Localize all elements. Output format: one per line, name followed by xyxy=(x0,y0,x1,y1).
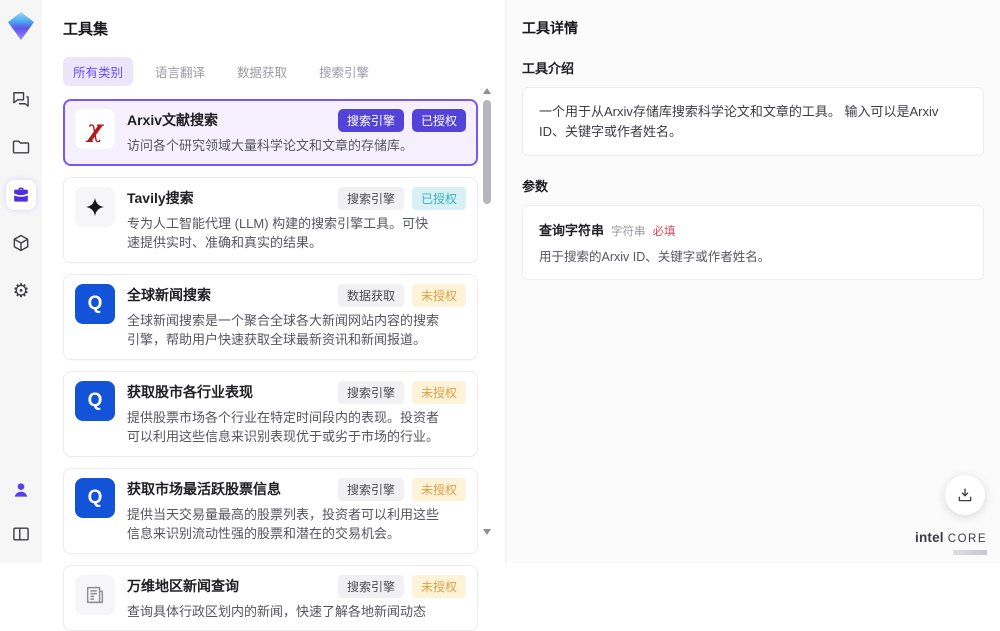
download-button[interactable] xyxy=(945,475,985,515)
app-logo-icon xyxy=(8,12,34,40)
tool-name: 全球新闻搜索 xyxy=(127,284,211,305)
sidebar-item-account[interactable] xyxy=(6,475,36,505)
category-badge: 搜索引擎 xyxy=(338,381,404,404)
auth-badge: 已授权 xyxy=(412,187,466,210)
tool-description: 专为人工智能代理 (LLM) 构建的搜索引擎工具。可快速提供实时、准确和真实的结… xyxy=(127,214,441,253)
tool-description: 提供股票市场各个行业在特定时间段内的表现。投资者可以利用这些信息来识别表现优于或… xyxy=(127,408,441,447)
auth-badge: 未授权 xyxy=(412,284,466,307)
tool-name: Tavily搜索 xyxy=(127,187,194,208)
param-name: 查询字符串 xyxy=(539,220,604,239)
sidebar-item-collapse[interactable] xyxy=(6,519,36,549)
tavily-logo-icon xyxy=(75,187,115,227)
news-search-logo-icon: Q xyxy=(75,478,115,518)
category-badge: 搜索引擎 xyxy=(338,187,404,210)
scroll-down-arrow-icon[interactable] xyxy=(483,529,491,535)
tool-card[interactable]: 万维地区新闻查询 搜索引擎 未授权 查询具体行政区划内的新闻，快速了解各地新闻动… xyxy=(63,565,478,631)
news-search-logo-icon: Q xyxy=(75,381,115,421)
newspaper-logo-icon xyxy=(75,575,115,615)
tool-name: 获取股市各行业表现 xyxy=(127,381,253,402)
tool-description: 提供当天交易量最高的股票列表，投资者可以利用这些信息来识别流动性强的股票和潜在的… xyxy=(127,505,441,544)
sidebar-item-files[interactable] xyxy=(6,132,36,162)
app-sidebar: ⚙ xyxy=(0,0,42,563)
tool-card[interactable]: Tavily搜索 搜索引擎 已授权 专为人工智能代理 (LLM) 构建的搜索引擎… xyxy=(63,177,478,263)
intro-text: 一个用于从Arxiv存储库搜索科学论文和文章的工具。 输入可以是Arxiv ID… xyxy=(539,102,967,141)
briefcase-icon xyxy=(11,185,31,205)
tool-card-list: χ Arxiv文献搜索 搜索引擎 已授权 访问各个研究领域大量科学论文和文章的存… xyxy=(63,99,478,631)
tool-name: 获取市场最活跃股票信息 xyxy=(127,478,281,499)
intro-heading: 工具介绍 xyxy=(522,58,984,77)
category-badge: 数据获取 xyxy=(338,284,404,307)
auth-badge: 未授权 xyxy=(412,575,466,598)
param-type: 字符串 xyxy=(611,223,646,239)
category-tab[interactable]: 所有类别 xyxy=(63,57,133,86)
category-badge: 搜索引擎 xyxy=(338,478,404,501)
auth-badge: 未授权 xyxy=(412,381,466,404)
newspaper-icon xyxy=(84,584,106,606)
tool-card[interactable]: Q 全球新闻搜索 数据获取 未授权 全球新闻搜索是一个聚合全球各大新闻网站内容的… xyxy=(63,274,478,360)
tavily-star-icon xyxy=(84,196,106,218)
category-tab[interactable]: 数据获取 xyxy=(227,57,297,86)
category-tab[interactable]: 语言翻译 xyxy=(145,57,215,86)
category-badge: 搜索引擎 xyxy=(338,575,404,598)
detail-title: 工具详情 xyxy=(522,18,984,38)
auth-badge: 已授权 xyxy=(412,109,466,132)
category-tab[interactable]: 搜索引擎 xyxy=(309,57,379,86)
param-description: 用于搜索的Arxiv ID、关键字或作者姓名。 xyxy=(539,246,967,265)
intel-logo-strip xyxy=(953,550,987,555)
user-icon xyxy=(11,480,31,500)
sidebar-item-models[interactable] xyxy=(6,228,36,258)
param-required-badge: 必填 xyxy=(653,223,676,239)
download-icon xyxy=(956,486,974,504)
gear-icon: ⚙ xyxy=(12,282,29,301)
tool-list-panel: 工具集 所有类别语言翻译数据获取搜索引擎 χ Arxiv文献搜索 搜索引擎 已授… xyxy=(42,0,505,563)
tool-card[interactable]: χ Arxiv文献搜索 搜索引擎 已授权 访问各个研究领域大量科学论文和文章的存… xyxy=(63,99,478,166)
tool-name: Arxiv文献搜索 xyxy=(127,109,218,130)
sidebar-item-settings[interactable]: ⚙ xyxy=(6,276,36,306)
tool-name: 万维地区新闻查询 xyxy=(127,575,239,596)
chat-icon xyxy=(11,89,31,109)
param-card: 查询字符串 字符串 必填 用于搜索的Arxiv ID、关键字或作者姓名。 xyxy=(522,205,984,280)
folder-icon xyxy=(11,137,31,157)
category-tabs: 所有类别语言翻译数据获取搜索引擎 xyxy=(63,57,505,86)
scrollbar-thumb[interactable] xyxy=(483,100,491,204)
list-scrollbar[interactable] xyxy=(482,88,492,535)
tool-description: 查询具体行政区划内的新闻，快速了解各地新闻动态 xyxy=(127,602,441,622)
category-badge: 搜索引擎 xyxy=(338,109,404,132)
intel-core-logo: intelCORE xyxy=(915,529,987,547)
tool-description: 访问各个研究领域大量科学论文和文章的存储库。 xyxy=(127,136,441,156)
arxiv-logo-icon: χ xyxy=(75,109,115,149)
news-search-logo-icon: Q xyxy=(75,284,115,324)
tool-description: 全球新闻搜索是一个聚合全球各大新闻网站内容的搜索引擎，帮助用户快速获取全球最新资… xyxy=(127,311,441,350)
cube-icon xyxy=(11,233,31,253)
tool-card[interactable]: Q 获取股市各行业表现 搜索引擎 未授权 提供股票市场各个行业在特定时间段内的表… xyxy=(63,371,478,457)
auth-badge: 未授权 xyxy=(412,478,466,501)
tool-detail-panel: 工具详情 工具介绍 一个用于从Arxiv存储库搜索科学论文和文章的工具。 输入可… xyxy=(505,0,1000,563)
params-heading: 参数 xyxy=(522,176,984,195)
page-title: 工具集 xyxy=(63,18,505,39)
panel-toggle-icon xyxy=(11,524,31,544)
scroll-up-arrow-icon[interactable] xyxy=(483,88,491,94)
sidebar-item-chat[interactable] xyxy=(6,84,36,114)
sidebar-item-tools[interactable] xyxy=(6,180,36,210)
tool-card[interactable]: Q 获取市场最活跃股票信息 搜索引擎 未授权 提供当天交易量最高的股票列表，投资… xyxy=(63,468,478,554)
intro-card: 一个用于从Arxiv存储库搜索科学论文和文章的工具。 输入可以是Arxiv ID… xyxy=(522,87,984,156)
